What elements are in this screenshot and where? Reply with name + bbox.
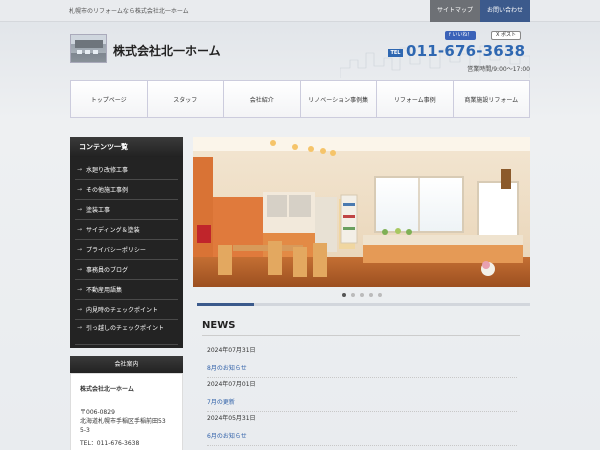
nav-item-staff[interactable]: スタッフ: [147, 81, 224, 117]
sidebar-heading: コンテンツ一覧: [70, 137, 183, 157]
news-link[interactable]: 8月のお知らせ: [207, 364, 247, 373]
sidebar-item-label: 事務員のブログ: [86, 267, 129, 274]
company-logo-image[interactable]: [70, 34, 107, 63]
company-info: 株式会社北一ホーム 〒006-0829 北海道札幌市手稲区手稲前田53 5-3 …: [70, 373, 183, 450]
sidebar-menu: → 水廻り改修工事 → その他施工事例 → 塗装工事 → サイディング＆塗装 → プライバ…: [70, 157, 183, 348]
arrow-right-icon: →: [77, 226, 83, 233]
like-button[interactable]: f いいね！: [445, 31, 477, 40]
slide-dot[interactable]: [359, 293, 364, 297]
arrow-right-icon: →: [77, 324, 83, 331]
arrow-right-icon: →: [77, 186, 83, 193]
slide-progress-fill: [197, 303, 254, 306]
sidebar-item-siding[interactable]: → サイディング＆塗装: [75, 220, 178, 240]
arrow-right-icon: →: [77, 206, 83, 213]
post-button[interactable]: X ポスト: [491, 31, 522, 40]
nav-item-company[interactable]: 会社紹介: [224, 81, 301, 117]
sidebar-item-viewing-checklist[interactable]: → 内見時のチェックポイント: [75, 300, 178, 320]
kitchen-photo: [193, 137, 530, 287]
sidebar-item-other-works[interactable]: → その他施工事例: [75, 180, 178, 200]
sidebar-item-label: 内見時のチェックポイント: [86, 307, 159, 314]
building-window: [77, 50, 82, 54]
company-name: 株式会社北一ホーム: [80, 386, 134, 393]
address-line: 北海道札幌市手稲区手稲前田53: [80, 418, 166, 425]
phone-number[interactable]: 011-676-3638: [406, 42, 525, 60]
news-list: 2024年07月31日 8月のお知らせ 2024年07月01日 7月の更新 20…: [207, 344, 517, 446]
sidebar-item-label: 不動産用語集: [86, 287, 123, 294]
slide-progress-bar: [197, 303, 530, 306]
building-window: [85, 50, 90, 54]
nav-item-top[interactable]: トップページ: [71, 81, 148, 117]
sidebar-item-painting[interactable]: → 塗装工事: [75, 200, 178, 220]
sitemap-link[interactable]: サイトマップ: [429, 0, 480, 22]
sidebar-item-label: 水廻り改修工事: [86, 167, 129, 174]
company-info-heading: 会社案内: [70, 356, 183, 373]
address-line-2: 5-3: [80, 427, 90, 434]
slide-indicators: [193, 293, 530, 297]
top-links: サイトマップ お問い合わせ: [429, 0, 530, 22]
news-item: 2024年05月31日 6月のお知らせ: [207, 412, 517, 446]
arrow-right-icon: →: [77, 266, 83, 273]
sidebar-item-glossary[interactable]: → 不動産用語集: [75, 280, 178, 300]
slide-dot[interactable]: [350, 293, 355, 297]
sidebar-item-label: サイディング＆塗装: [86, 227, 140, 234]
news-item: 2024年07月31日 8月のお知らせ: [207, 344, 517, 378]
sidebar-item-moving-checklist[interactable]: → 引っ越しのチェックポイント: [75, 320, 178, 345]
news-date: 2024年07月31日: [207, 347, 256, 354]
company-phone: TEL：011-676-3638: [80, 440, 140, 447]
slide-dot[interactable]: [341, 293, 346, 297]
sidebar-item-privacy[interactable]: → プライバシーポリシー: [75, 240, 178, 260]
hero-slideshow[interactable]: [193, 137, 530, 287]
news-link[interactable]: 6月のお知らせ: [207, 432, 247, 441]
news-item: 2024年07月01日 7月の更新: [207, 378, 517, 412]
slide-dot[interactable]: [368, 293, 373, 297]
building-window: [93, 50, 98, 54]
global-nav: トップページ スタッフ 会社紹介 リノベーション事例集 リフォーム事例 商業施設…: [70, 80, 530, 118]
sidebar-item-label: 塗装工事: [86, 207, 111, 214]
news-date: 2024年07月01日: [207, 381, 256, 388]
slide-dot[interactable]: [377, 293, 382, 297]
postal-code: 〒006-0829: [80, 409, 115, 416]
arrow-right-icon: →: [77, 166, 83, 173]
sidebar-item-label: プライバシーポリシー: [86, 247, 146, 254]
building-roof: [75, 40, 103, 48]
arrow-right-icon: →: [77, 286, 83, 293]
site-title[interactable]: 株式会社北一ホーム: [113, 42, 221, 59]
sidebar: コンテンツ一覧 → 水廻り改修工事 → その他施工事例 → 塗装工事 → サイディング＆…: [70, 137, 183, 348]
arrow-right-icon: →: [77, 306, 83, 313]
sidebar-item-label: その他施工事例: [86, 187, 129, 194]
nav-item-commercial[interactable]: 商業施設リフォーム: [453, 81, 529, 117]
business-hours: 営業時間/9:00〜17:00: [467, 66, 530, 73]
sidebar-item-water[interactable]: → 水廻り改修工事: [75, 160, 178, 180]
sidebar-item-label: 引っ越しのチェックポイント: [86, 325, 165, 332]
site-tagline: 札幌市のリフォームなら株式会社北一ホーム: [69, 8, 189, 15]
top-bar: 札幌市のリフォームなら株式会社北一ホーム サイトマップ お問い合わせ: [0, 0, 600, 22]
tel-badge: TEL: [388, 49, 403, 57]
sidebar-item-blog[interactable]: → 事務員のブログ: [75, 260, 178, 280]
arrow-right-icon: →: [77, 246, 83, 253]
nav-item-renovation[interactable]: リノベーション事例集: [300, 81, 377, 117]
news-divider: [202, 335, 520, 336]
news-date: 2024年05月31日: [207, 415, 256, 422]
nav-item-reform[interactable]: リフォーム事例: [377, 81, 454, 117]
news-heading: NEWS: [202, 320, 236, 331]
contact-link[interactable]: お問い合わせ: [479, 0, 530, 22]
news-link[interactable]: 7月の更新: [207, 398, 235, 407]
